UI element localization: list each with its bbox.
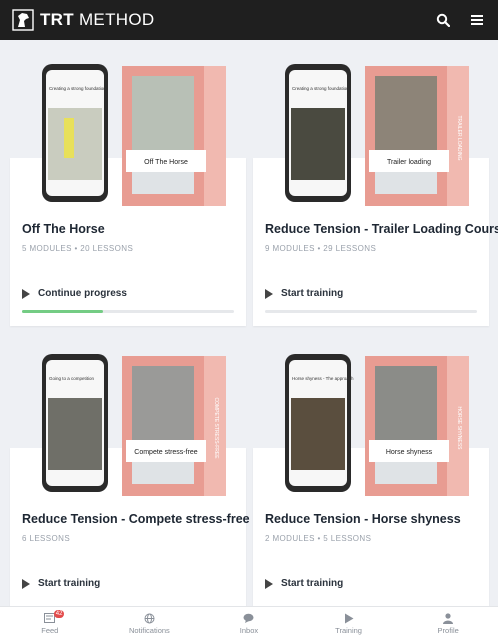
box-side-label: HORSE SHYNESS (456, 406, 462, 450)
start-training-button[interactable]: Start training (265, 578, 343, 589)
course-card[interactable]: Trailer loading TRAILER LOADING Creating… (253, 48, 498, 326)
globe-icon (143, 612, 155, 624)
course-meta: 6 LESSONS (22, 534, 71, 543)
course-artwork: Horse shyness HORSE SHYNESS Horse shynes… (285, 354, 469, 496)
box-label: Trailer loading (387, 159, 431, 166)
action-label: Start training (38, 578, 101, 589)
nav-notifications[interactable]: Notifications (100, 607, 200, 640)
box-label: Compete stress-free (134, 449, 198, 456)
nav-inbox[interactable]: Inbox (199, 607, 299, 640)
box-label: Horse shyness (386, 449, 433, 456)
chat-bubble-icon (243, 612, 255, 624)
course-meta: 9 MODULES • 29 LESSONS (265, 244, 377, 253)
play-icon (22, 578, 30, 589)
continue-progress-button[interactable]: Continue progress (22, 288, 127, 299)
menu-icon[interactable] (468, 11, 486, 29)
box-label: Off The Horse (144, 159, 188, 166)
course-artwork: Trailer loading TRAILER LOADING Creating… (285, 64, 469, 206)
nav-label: Inbox (239, 626, 259, 635)
user-icon (442, 612, 454, 624)
play-icon (22, 288, 30, 299)
action-label: Start training (281, 288, 344, 299)
feed-badge: 42 (53, 610, 65, 618)
nav-label: Feed (41, 626, 59, 635)
brand-name: TRT METHOD (40, 10, 155, 29)
box-side-label: COMPETE STRESS-FREE (213, 397, 219, 459)
course-card[interactable]: Off The Horse Creating a strong foundati… (10, 48, 246, 326)
course-artwork: Off The Horse Creating a strong foundati… (42, 64, 226, 206)
course-title[interactable]: Reduce Tension - Compete stress-free (22, 512, 250, 526)
action-label: Start training (281, 578, 344, 589)
nav-label: Training (335, 626, 362, 635)
course-card[interactable]: Compete stress-free COMPETE STRESS-FREE … (10, 338, 250, 616)
phone-caption: Going to a competition (49, 376, 95, 381)
nav-feed[interactable]: 42 Feed (0, 607, 100, 640)
phone-caption: Horse shyness - The approach (292, 376, 354, 381)
box-side-label: TRAILER LOADING (456, 115, 462, 160)
course-title[interactable]: Reduce Tension - Trailer Loading Course (265, 222, 498, 236)
nav-training[interactable]: Training (299, 607, 399, 640)
top-bar: TRT METHOD (0, 0, 498, 40)
nav-label: Notifications (128, 626, 170, 635)
course-title[interactable]: Off The Horse (22, 222, 244, 236)
bottom-navigation: 42 Feed Notifications Inbox Training Pro… (0, 606, 498, 640)
start-training-button[interactable]: Start training (265, 288, 343, 299)
horse-head-logo-icon (12, 9, 34, 31)
progress-bar (265, 310, 477, 313)
play-icon (265, 578, 273, 589)
course-meta: 5 MODULES • 20 LESSONS (22, 244, 134, 253)
play-icon (343, 612, 355, 624)
course-meta: 2 MODULES • 5 LESSONS (265, 534, 372, 543)
course-title[interactable]: Reduce Tension - Horse shyness (265, 512, 487, 526)
phone-caption: Creating a strong foundation (49, 86, 106, 91)
phone-caption: Creating a strong foundation (292, 86, 349, 91)
play-icon (265, 288, 273, 299)
nav-label: Profile (437, 626, 459, 635)
search-icon[interactable] (434, 11, 452, 29)
brand-logo[interactable]: TRT METHOD (12, 9, 154, 31)
course-artwork: Compete stress-free COMPETE STRESS-FREE … (42, 354, 226, 496)
start-training-button[interactable]: Start training (22, 578, 100, 589)
action-label: Continue progress (38, 288, 127, 299)
nav-profile[interactable]: Profile (398, 607, 498, 640)
progress-bar (22, 310, 234, 313)
progress-fill (22, 310, 103, 313)
course-card[interactable]: Horse shyness HORSE SHYNESS Horse shynes… (253, 338, 489, 616)
